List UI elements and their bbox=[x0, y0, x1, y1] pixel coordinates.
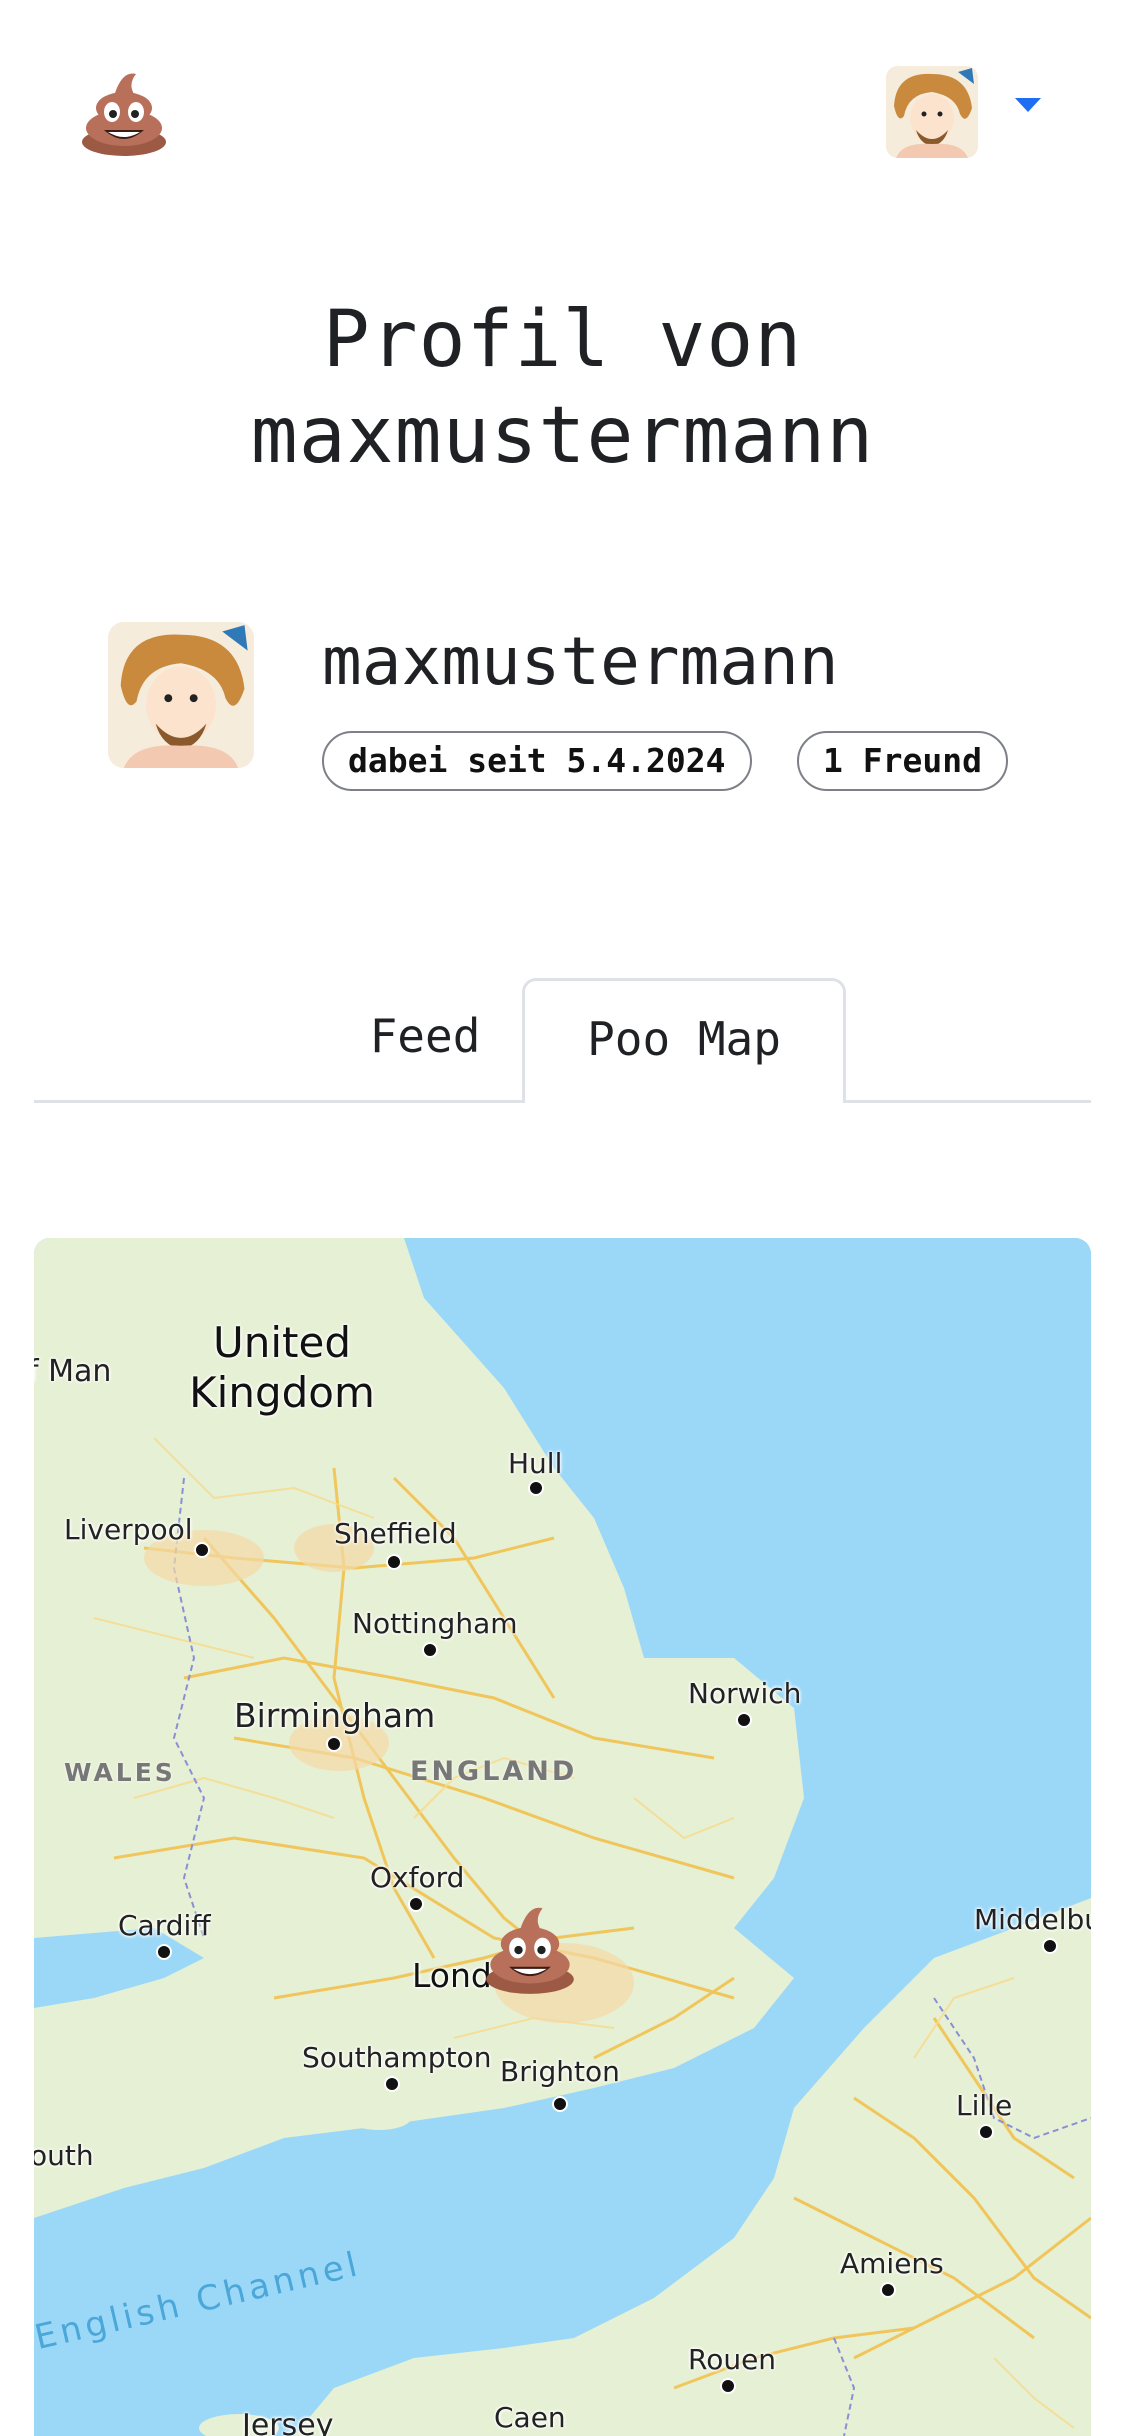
map-label-sheffield: Sheffield bbox=[334, 1517, 457, 1550]
map-label-rouen: Rouen bbox=[688, 2343, 777, 2376]
city-dot bbox=[736, 1712, 752, 1728]
page-title: Profil von maxmustermann bbox=[250, 295, 875, 481]
tab-feed[interactable]: Feed bbox=[330, 978, 520, 1100]
map-label-hull: Hull bbox=[508, 1447, 563, 1480]
city-dot bbox=[552, 2096, 568, 2112]
city-dot bbox=[326, 1736, 342, 1752]
map-label-isle-of-man: f Man bbox=[34, 1354, 112, 1389]
city-dot bbox=[880, 2282, 896, 2298]
profile-avatar bbox=[108, 622, 254, 768]
map-label-wales: WALES bbox=[64, 1758, 176, 1787]
map-label-oxford: Oxford bbox=[370, 1861, 465, 1894]
map-label-norwich: Norwich bbox=[688, 1677, 802, 1710]
city-dot bbox=[422, 1642, 438, 1658]
profile-username: maxmustermann bbox=[322, 623, 839, 700]
map-label-brighton: Brighton bbox=[500, 2055, 620, 2088]
city-dot bbox=[384, 2076, 400, 2092]
map-label-caen: Caen bbox=[494, 2401, 566, 2434]
tab-poo-map[interactable]: Poo Map bbox=[522, 978, 846, 1103]
map-label-england: ENGLAND bbox=[410, 1756, 578, 1787]
map-label-southampton: Southampton bbox=[302, 2041, 492, 2074]
map-label-birmingham: Birmingham bbox=[234, 1696, 436, 1735]
city-dot bbox=[720, 2378, 736, 2394]
friends-count-badge[interactable]: 1 Freund bbox=[797, 731, 1008, 791]
map-label-amiens: Amiens bbox=[840, 2247, 944, 2280]
chevron-down-icon[interactable] bbox=[1015, 98, 1041, 112]
city-dot bbox=[408, 1896, 424, 1912]
poo-map[interactable]: f Man United Kingdom Hull Liverpool Shef… bbox=[34, 1238, 1091, 2436]
top-header bbox=[0, 0, 1125, 190]
map-label-plymouth: outh bbox=[34, 2139, 94, 2172]
member-since-badge: dabei seit 5.4.2024 bbox=[322, 731, 752, 791]
city-dot bbox=[978, 2124, 994, 2140]
city-dot bbox=[156, 1944, 172, 1960]
profile-tabs: Feed Poo Map bbox=[34, 978, 1091, 1103]
city-dot bbox=[386, 1554, 402, 1570]
map-label-united-kingdom: United Kingdom bbox=[189, 1318, 375, 1417]
poo-logo-icon[interactable] bbox=[78, 66, 170, 158]
map-label-liverpool: Liverpool bbox=[64, 1513, 193, 1546]
map-label-lille: Lille bbox=[956, 2089, 1013, 2122]
user-avatar-icon[interactable] bbox=[886, 66, 978, 158]
map-label-nottingham: Nottingham bbox=[352, 1607, 518, 1640]
map-label-cardiff: Cardiff bbox=[118, 1909, 211, 1942]
city-dot bbox=[528, 1480, 544, 1496]
poo-marker-icon[interactable] bbox=[482, 1900, 578, 1996]
map-label-middelburg: Middelbu bbox=[974, 1903, 1091, 1936]
city-dot bbox=[194, 1542, 210, 1558]
map-label-jersey: Jersey bbox=[242, 2408, 334, 2436]
city-dot bbox=[1042, 1938, 1058, 1954]
